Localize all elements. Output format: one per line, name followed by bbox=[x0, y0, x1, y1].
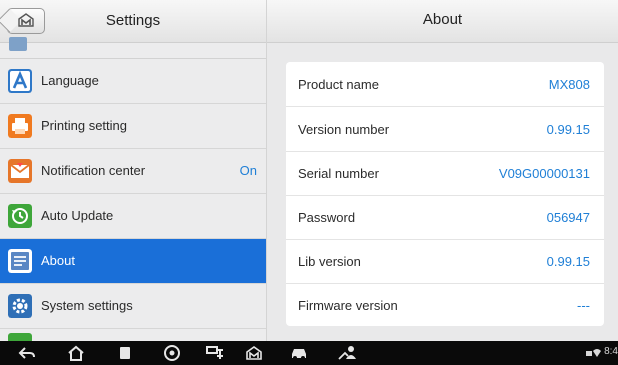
settings-header: Settings bbox=[0, 0, 266, 43]
info-row-serial-number: Serial number V09G00000131 bbox=[286, 151, 604, 196]
vci-connection-icon[interactable] bbox=[205, 345, 225, 361]
sidebar-item-label: About bbox=[41, 253, 75, 268]
partial-list-item[interactable] bbox=[0, 37, 266, 59]
home-icon[interactable] bbox=[67, 345, 85, 361]
status-time: 8:4 bbox=[604, 346, 618, 357]
sidebar-item-printing[interactable]: Printing setting bbox=[0, 104, 266, 149]
wifi-battery-icon bbox=[586, 349, 601, 357]
info-label: Serial number bbox=[298, 166, 379, 181]
sidebar-item-language[interactable]: Language bbox=[0, 59, 266, 104]
info-label: Firmware version bbox=[298, 298, 398, 313]
about-panel: About Product name MX808 Version number … bbox=[267, 0, 618, 341]
info-value: --- bbox=[577, 298, 590, 313]
notification-status: On bbox=[239, 163, 257, 178]
sidebar-item-label: Auto Update bbox=[41, 208, 114, 223]
info-value: 056947 bbox=[546, 210, 590, 225]
info-label: Lib version bbox=[298, 254, 361, 269]
info-row-lib-version: Lib version 0.99.15 bbox=[286, 239, 604, 284]
info-label: Product name bbox=[298, 77, 379, 92]
about-header: About bbox=[267, 0, 618, 43]
notification-icon bbox=[8, 159, 32, 183]
system-settings-icon bbox=[8, 294, 32, 318]
settings-title: Settings bbox=[105, 12, 161, 29]
sidebar-item-label: Language bbox=[41, 73, 99, 88]
info-value: 0.99.15 bbox=[546, 254, 590, 269]
remote-desk-icon[interactable] bbox=[337, 345, 359, 361]
sidebar-item-about[interactable]: About bbox=[0, 239, 266, 284]
info-row-version-number: Version number 0.99.15 bbox=[286, 107, 604, 152]
partial-item-icon bbox=[8, 333, 32, 341]
auto-update-icon bbox=[8, 204, 32, 228]
language-icon bbox=[8, 69, 32, 93]
sidebar-item-auto-update[interactable]: Auto Update bbox=[0, 194, 266, 239]
printer-icon bbox=[8, 114, 32, 138]
browser-icon[interactable] bbox=[163, 345, 181, 361]
autel-home-icon[interactable] bbox=[245, 345, 263, 361]
info-value: V09G00000131 bbox=[498, 166, 590, 181]
info-label: Password bbox=[298, 210, 356, 225]
settings-panel: Settings Language Printing setting Notif… bbox=[0, 0, 267, 341]
car-icon[interactable] bbox=[289, 345, 309, 361]
sidebar-item-label: System settings bbox=[41, 298, 133, 313]
back-icon[interactable] bbox=[18, 345, 36, 361]
about-icon bbox=[8, 249, 32, 273]
info-label: Version number bbox=[298, 122, 390, 137]
about-info-card: Product name MX808 Version number 0.99.1… bbox=[286, 62, 604, 326]
sidebar-item-notification[interactable]: Notification center On bbox=[0, 149, 266, 194]
info-row-password: Password 056947 bbox=[286, 195, 604, 240]
sidebar-item-label: Notification center bbox=[41, 163, 146, 178]
info-row-product-name: Product name MX808 bbox=[286, 62, 604, 107]
info-row-firmware-version: Firmware version --- bbox=[286, 283, 604, 327]
info-value: MX808 bbox=[548, 77, 590, 92]
recent-apps-icon[interactable] bbox=[117, 345, 133, 361]
sidebar-item-system-settings[interactable]: System settings bbox=[0, 284, 266, 329]
navigation-bar: 8:4 bbox=[0, 341, 618, 365]
page-title: About bbox=[422, 11, 463, 28]
info-value: 0.99.15 bbox=[546, 122, 590, 137]
sidebar-item-label: Printing setting bbox=[41, 118, 127, 133]
partial-list-item[interactable] bbox=[0, 329, 266, 341]
partial-item-icon bbox=[9, 37, 27, 51]
